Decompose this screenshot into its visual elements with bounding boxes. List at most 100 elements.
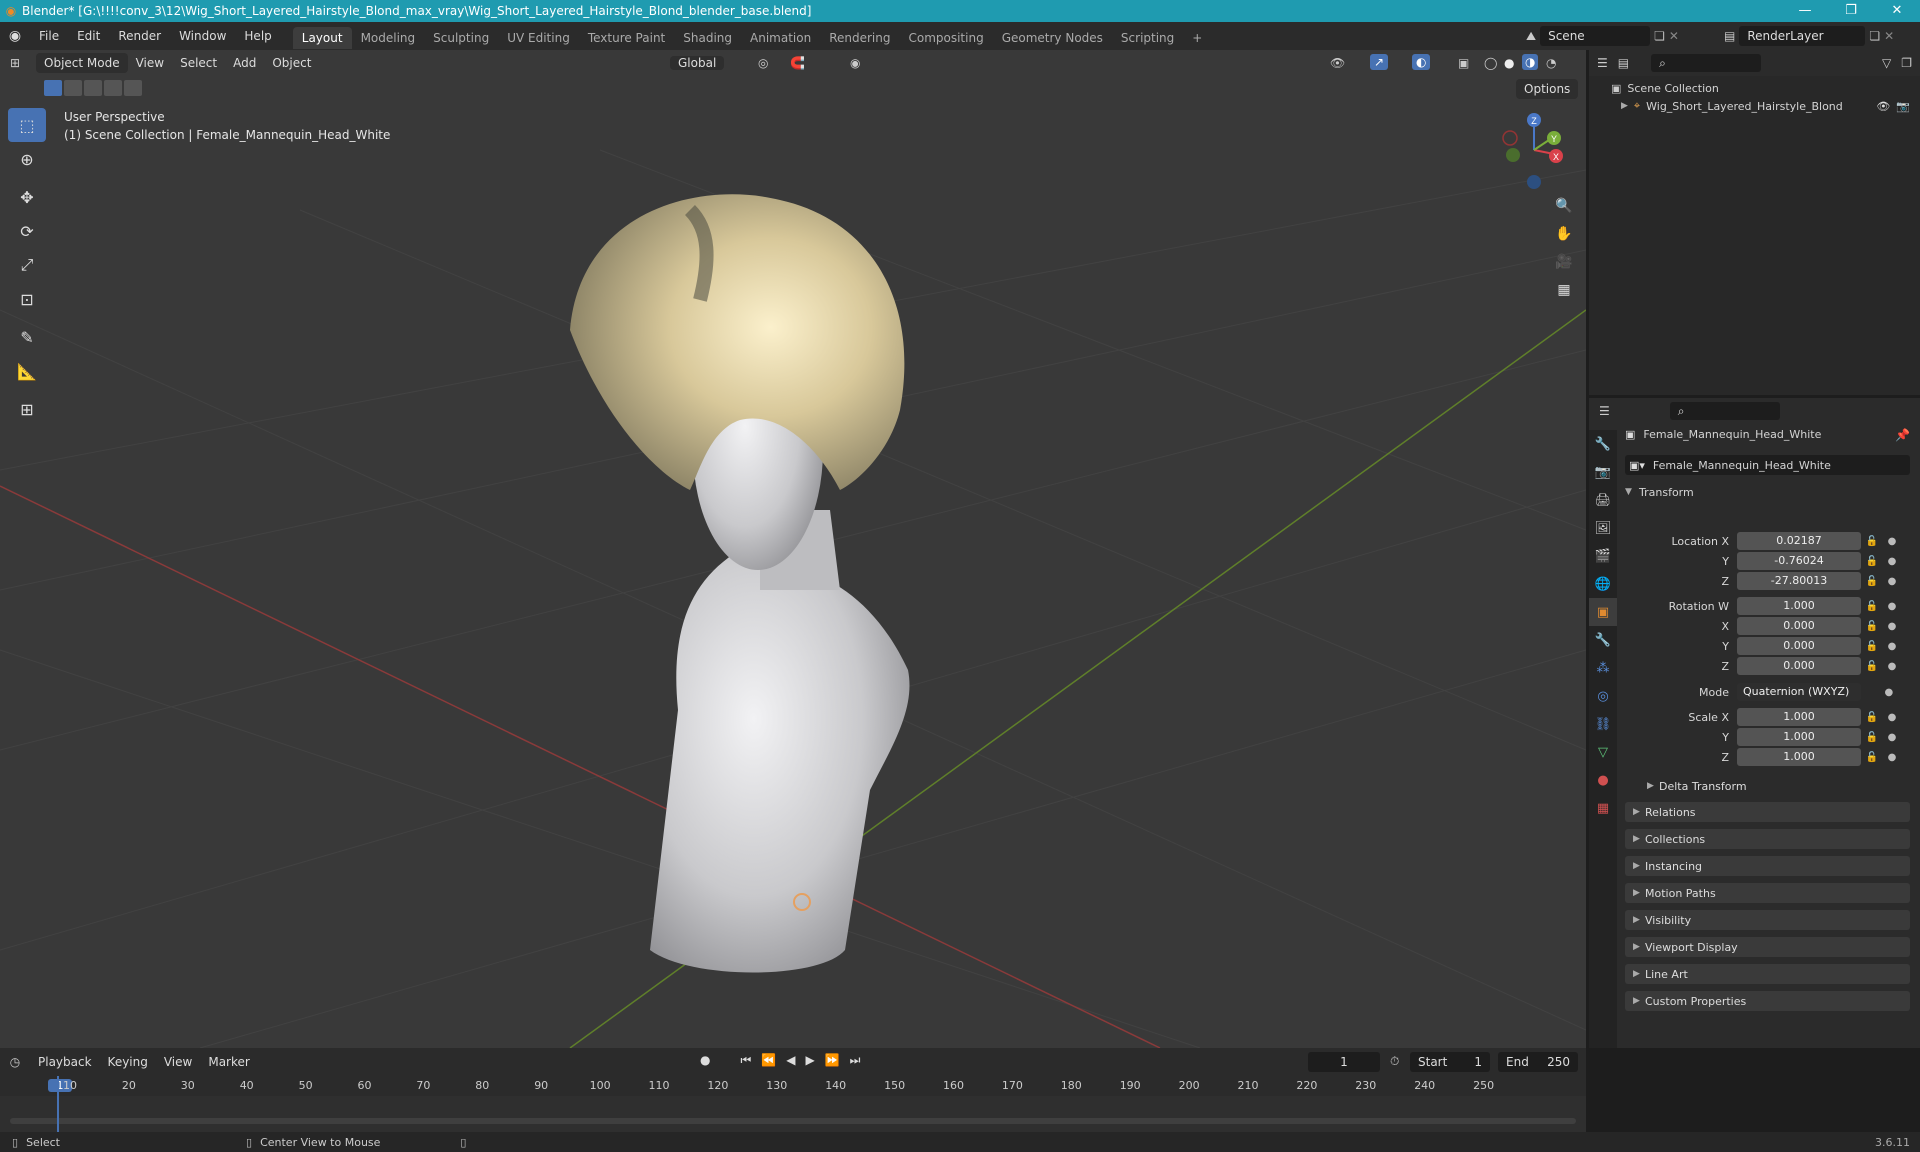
timeline-scrollbar[interactable] — [10, 1118, 1576, 1124]
modifier-tab-icon[interactable]: 🔧 — [1589, 626, 1617, 654]
select-subtract-icon[interactable] — [84, 80, 102, 96]
new-layer-icon[interactable]: ❏ — [1869, 29, 1880, 43]
remove-layer-icon[interactable]: ✕ — [1884, 29, 1894, 43]
lock-icon[interactable]: 🔓 — [1866, 621, 1878, 632]
new-collection-icon[interactable]: ❐ — [1901, 56, 1920, 70]
texture-tab-icon[interactable]: ▦ — [1589, 794, 1617, 822]
keyframe-dot-icon[interactable]: ● — [1888, 621, 1897, 632]
camera-view-icon[interactable]: 🎥 — [1550, 248, 1578, 276]
camera-render-icon[interactable]: 📷 — [1896, 100, 1920, 113]
select-new-icon[interactable] — [44, 80, 62, 96]
viewport-display-panel[interactable]: ▶ Viewport Display — [1625, 937, 1910, 957]
snap-icon[interactable]: 🧲 — [790, 56, 805, 70]
menu-select[interactable]: Select — [172, 56, 225, 70]
location-z-field[interactable]: -27.80013 — [1737, 572, 1861, 590]
filter-icon[interactable]: ▽ — [1882, 56, 1891, 70]
new-scene-icon[interactable]: ❏ — [1654, 29, 1665, 43]
tab-texture-paint[interactable]: Texture Paint — [579, 27, 674, 49]
timer-icon[interactable]: ⏱ — [1390, 1054, 1399, 1069]
object-name-value[interactable]: Female_Mannequin_Head_White — [1653, 459, 1831, 472]
transform-orientation-dropdown[interactable]: Global — [670, 53, 725, 73]
prev-keyframe-icon[interactable]: ⏪ — [761, 1053, 776, 1068]
tab-sculpting[interactable]: Sculpting — [424, 27, 498, 49]
frame-ruler[interactable]: 1 10 20 30 40 50 60 70 80 90 100 110 120 130 140 150 160… — [0, 1076, 1586, 1096]
tab-layout[interactable]: Layout — [292, 27, 352, 49]
eye-icon[interactable]: 👁 — [1876, 100, 1890, 113]
pivot-icon[interactable]: ◎ — [758, 56, 768, 70]
lock-icon[interactable]: 🔓 — [1866, 641, 1878, 652]
playhead-line[interactable] — [57, 1076, 59, 1132]
scale-y-field[interactable]: 1.000 — [1737, 728, 1861, 746]
scene-selector[interactable]: Scene — [1540, 26, 1651, 46]
world-tab-icon[interactable]: 🌐 — [1589, 570, 1617, 598]
add-cube-tool-icon[interactable]: ⊞ — [8, 392, 46, 426]
custom-properties-panel[interactable]: ▶ Custom Properties — [1625, 991, 1910, 1011]
tab-animation[interactable]: Animation — [741, 27, 820, 49]
data-tab-icon[interactable]: ▽ — [1589, 738, 1617, 766]
keyframe-dot-icon[interactable]: ● — [1888, 661, 1897, 672]
menu-render[interactable]: Render — [109, 22, 170, 50]
pan-hand-icon[interactable]: ✋ — [1550, 220, 1578, 248]
transform-tool-icon[interactable]: ⊡ — [8, 282, 46, 316]
remove-scene-icon[interactable]: ✕ — [1669, 29, 1679, 43]
timeline-track-area[interactable] — [0, 1096, 1586, 1132]
xray-icon[interactable]: ▣ — [1458, 56, 1469, 70]
render-layer-selector[interactable]: RenderLayer — [1739, 26, 1866, 46]
options-dropdown[interactable]: Options — [1516, 79, 1579, 99]
render-tab-icon[interactable]: 📷 — [1589, 458, 1617, 486]
menu-playback[interactable]: Playback — [30, 1052, 100, 1072]
tab-scripting[interactable]: Scripting — [1112, 27, 1183, 49]
select-intersect-icon[interactable] — [124, 80, 142, 96]
menu-view[interactable]: View — [128, 56, 172, 70]
minimize-button[interactable]: — — [1782, 0, 1828, 22]
object-name-field[interactable]: ▣▾ Female_Mannequin_Head_White — [1625, 455, 1910, 475]
scale-z-field[interactable]: 1.000 — [1737, 748, 1861, 766]
next-keyframe-icon[interactable]: ⏩ — [825, 1053, 840, 1068]
gizmo-toggle-icon[interactable]: ↗ — [1370, 54, 1389, 70]
lock-icon[interactable]: 🔓 — [1866, 752, 1878, 763]
pin-icon[interactable]: 📌 — [1895, 428, 1910, 442]
scale-x-field[interactable]: 1.000 — [1737, 708, 1861, 726]
rotate-tool-icon[interactable]: ⟳ — [8, 214, 46, 248]
physics-tab-icon[interactable]: ◎ — [1589, 682, 1617, 710]
scale-tool-icon[interactable]: ⤢ — [8, 248, 46, 282]
select-invert-icon[interactable] — [104, 80, 122, 96]
location-x-field[interactable]: 0.02187 — [1737, 532, 1861, 550]
keyframe-dot-icon[interactable]: ● — [1884, 687, 1893, 698]
tab-uv-editing[interactable]: UV Editing — [498, 27, 579, 49]
mannequin-model[interactable] — [540, 150, 1040, 1010]
material-shading-icon[interactable]: ◑ — [1522, 54, 1539, 70]
line-art-panel[interactable]: ▶ Line Art — [1625, 964, 1910, 984]
navigation-gizmo[interactable]: Z Y X — [1496, 110, 1576, 190]
instancing-panel[interactable]: ▶ Instancing — [1625, 856, 1910, 876]
timeline-editor-icon[interactable]: ◷ — [0, 1055, 30, 1069]
render-layer-icon[interactable]: ▤ — [1724, 29, 1735, 43]
cursor-tool-icon[interactable]: ⊕ — [8, 142, 46, 176]
maximize-button[interactable]: ❐ — [1828, 0, 1874, 22]
rotation-x-field[interactable]: 0.000 — [1737, 617, 1861, 635]
keyframe-dot-icon[interactable]: ● — [1888, 576, 1897, 587]
menu-help[interactable]: Help — [235, 22, 280, 50]
wireframe-shading-icon[interactable]: ◯ — [1484, 56, 1497, 70]
view-layer-tab-icon[interactable]: 🖼 — [1589, 514, 1617, 542]
blender-menu-icon[interactable]: ◉ — [0, 28, 30, 44]
solid-shading-icon[interactable]: ● — [1504, 56, 1514, 70]
end-value[interactable]: 250 — [1547, 1052, 1570, 1072]
keyframe-dot-icon[interactable]: ● — [1888, 536, 1897, 547]
start-value[interactable]: 1 — [1474, 1052, 1482, 1072]
lock-icon[interactable]: 🔓 — [1866, 712, 1878, 723]
outliner-row[interactable]: ▶ ⌖ Wig_Short_Layered_Hairstyle_Blond 👁 … — [1589, 95, 1920, 113]
tab-compositing[interactable]: Compositing — [899, 27, 992, 49]
lock-icon[interactable]: 🔓 — [1866, 576, 1878, 587]
delta-transform-subpanel[interactable]: ▶ Delta Transform — [1639, 776, 1910, 796]
visibility-panel[interactable]: ▶ Visibility — [1625, 910, 1910, 930]
keyframe-dot-icon[interactable]: ● — [1888, 641, 1897, 652]
object-data-icon[interactable]: ▣▾ — [1629, 459, 1645, 472]
location-y-field[interactable]: -0.76024 — [1737, 552, 1861, 570]
start-frame-field[interactable]: Start 1 — [1410, 1052, 1490, 1072]
ortho-grid-icon[interactable]: ▦ — [1550, 276, 1578, 304]
proportional-edit-icon[interactable]: ◉ — [850, 56, 860, 70]
jump-start-icon[interactable]: ⏮ — [740, 1053, 751, 1068]
move-tool-icon[interactable]: ✥ — [8, 180, 46, 214]
tool-tab-icon[interactable]: 🔧 — [1589, 430, 1617, 458]
